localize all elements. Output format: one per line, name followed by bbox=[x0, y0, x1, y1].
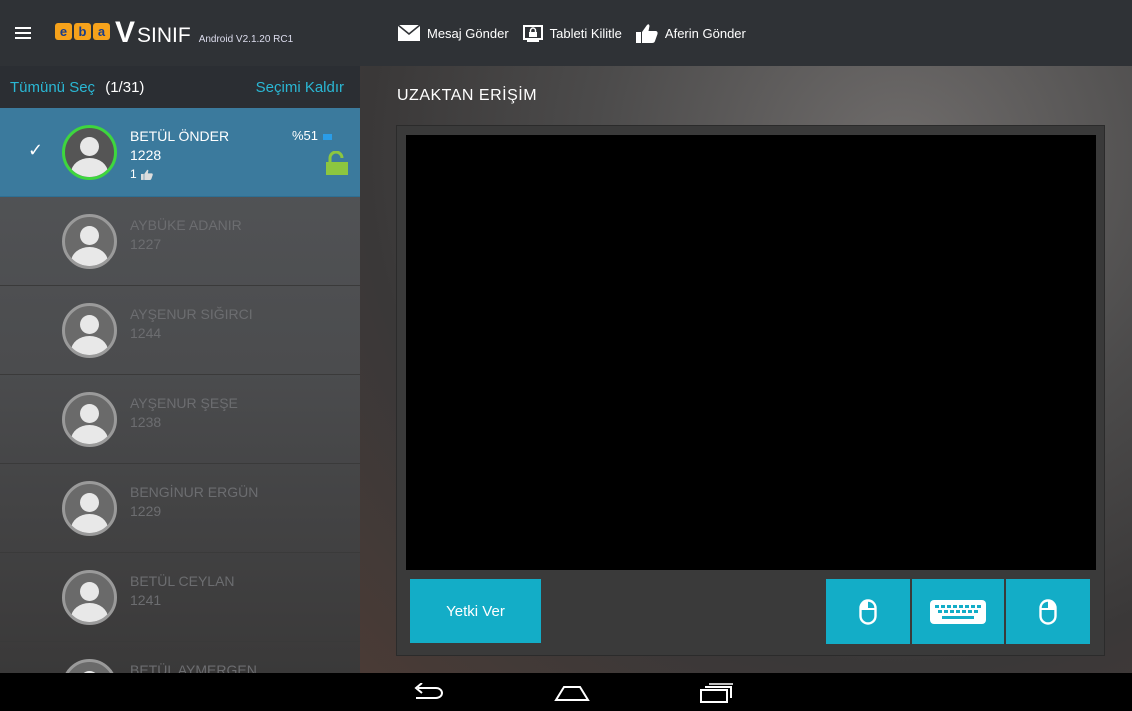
keyboard-button[interactable] bbox=[912, 579, 1004, 644]
right-click-button[interactable] bbox=[1006, 579, 1090, 644]
student-row[interactable]: BETÜL AYMERGEN bbox=[0, 642, 360, 673]
home-icon[interactable] bbox=[554, 683, 590, 703]
mouse-icon bbox=[1039, 598, 1057, 625]
student-number: 1241 bbox=[130, 592, 162, 608]
student-row[interactable]: BETÜL CEYLAN 1241 bbox=[0, 553, 360, 642]
student-row[interactable]: ✓ BETÜL ÖNDER 1228 1 %51 bbox=[0, 108, 360, 197]
left-click-button[interactable] bbox=[826, 579, 910, 644]
send-praise-label: Aferin Gönder bbox=[664, 25, 746, 41]
likes-value: 1 bbox=[130, 167, 137, 181]
brand-word: SINIF bbox=[137, 24, 191, 47]
avatar bbox=[62, 303, 117, 358]
app-version: Android V2.1.20 RC1 bbox=[198, 34, 294, 45]
avatar bbox=[62, 125, 117, 180]
student-name: AYBÜKE ADANIR bbox=[130, 217, 242, 233]
battery-icon bbox=[323, 128, 333, 143]
recents-icon[interactable] bbox=[700, 683, 734, 703]
student-name: AYŞENUR SIĞIRCI bbox=[130, 306, 253, 322]
avatar bbox=[62, 570, 117, 625]
student-number: 1227 bbox=[130, 236, 162, 252]
brand-v: V bbox=[115, 16, 136, 49]
student-number: 1238 bbox=[130, 414, 162, 430]
student-number: 1229 bbox=[130, 503, 162, 519]
avatar bbox=[62, 214, 117, 269]
student-number: 1228 bbox=[130, 147, 162, 163]
student-row[interactable]: AYŞENUR SIĞIRCI 1244 bbox=[0, 286, 360, 375]
send-message-label: Mesaj Gönder bbox=[427, 25, 509, 41]
thumbs-up-icon bbox=[635, 24, 658, 43]
lock-tablet-label: Tableti Kilitle bbox=[549, 25, 622, 41]
screen-lock-icon bbox=[522, 24, 543, 42]
student-row[interactable]: AYBÜKE ADANIR 1227 bbox=[0, 197, 360, 286]
toolbar-actions: Mesaj Gönder Tableti Kilitle Aferin Gönd… bbox=[398, 0, 746, 66]
send-message-button[interactable]: Mesaj Gönder bbox=[398, 25, 509, 41]
student-name: BETÜL ÖNDER bbox=[130, 128, 230, 144]
remote-access-panel: UZAKTAN ERİŞİM Yetki Ver bbox=[360, 66, 1132, 673]
eba-logo: eba bbox=[55, 23, 110, 40]
student-number: 1244 bbox=[130, 325, 162, 341]
student-row[interactable]: BENGİNUR ERGÜN 1229 bbox=[0, 464, 360, 553]
clear-selection-button[interactable]: Seçimi Kaldır bbox=[256, 79, 344, 96]
remote-screen[interactable] bbox=[406, 135, 1096, 570]
student-name: BETÜL CEYLAN bbox=[130, 573, 235, 589]
likes-count: 1 bbox=[130, 167, 153, 181]
student-row[interactable]: AYŞENUR ŞEŞE 1238 bbox=[0, 375, 360, 464]
avatar bbox=[62, 481, 117, 536]
envelope-icon bbox=[398, 25, 420, 41]
student-name: AYŞENUR ŞEŞE bbox=[130, 395, 238, 411]
student-name: BENGİNUR ERGÜN bbox=[130, 484, 259, 500]
keyboard-icon bbox=[930, 599, 986, 624]
send-praise-button[interactable]: Aferin Gönder bbox=[635, 23, 746, 43]
battery-status: %51 bbox=[292, 128, 333, 143]
student-name: BETÜL AYMERGEN bbox=[130, 662, 257, 673]
app-title: V SINIF Android V2.1.20 RC1 bbox=[115, 18, 293, 48]
remote-viewer-frame: Yetki Ver bbox=[396, 125, 1105, 656]
system-navigation-bar bbox=[0, 673, 1132, 711]
mouse-icon bbox=[859, 598, 877, 625]
thumbs-up-icon bbox=[140, 169, 153, 180]
top-bar: eba V SINIF Android V2.1.20 RC1 Mesaj Gö… bbox=[0, 0, 1132, 66]
back-icon[interactable] bbox=[410, 683, 444, 703]
lock-tablet-button[interactable]: Tableti Kilitle bbox=[522, 24, 622, 42]
check-icon: ✓ bbox=[28, 140, 44, 160]
avatar bbox=[62, 659, 117, 673]
unlocked-icon[interactable] bbox=[326, 151, 348, 175]
select-all-button[interactable]: Tümünü Seç bbox=[10, 79, 95, 96]
battery-level: %51 bbox=[292, 128, 319, 143]
page-title: UZAKTAN ERİŞİM bbox=[397, 87, 538, 104]
hamburger-icon[interactable] bbox=[15, 27, 31, 39]
selection-header: Tümünü Seç (1/31) Seçimi Kaldır bbox=[0, 66, 360, 108]
student-panel: Tümünü Seç (1/31) Seçimi Kaldır ✓ BETÜL … bbox=[0, 66, 360, 673]
avatar bbox=[62, 392, 117, 447]
selection-count: (1/31) bbox=[105, 78, 145, 96]
grant-permission-button[interactable]: Yetki Ver bbox=[410, 579, 541, 643]
